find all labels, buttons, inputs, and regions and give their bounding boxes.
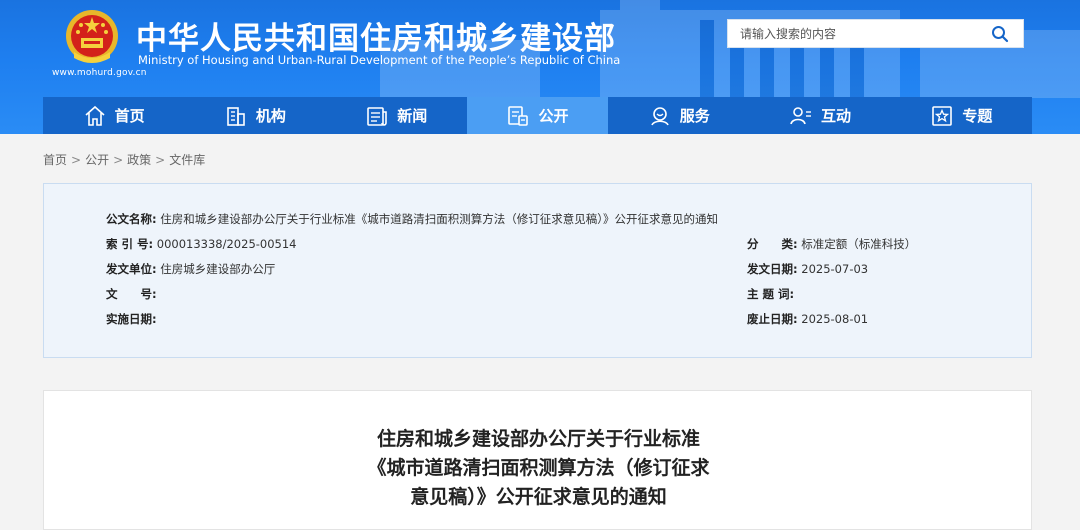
breadcrumb-home[interactable]: 首页 — [43, 153, 67, 167]
meta-issue-date: 发文日期: 2025-07-03 — [747, 261, 868, 277]
meta-index-value: 000013338/2025-00514 — [156, 237, 297, 251]
breadcrumb-separator: > — [113, 153, 124, 167]
breadcrumb-policy[interactable]: 政策 — [127, 153, 151, 167]
nav-label-interaction: 互动 — [821, 107, 852, 125]
nav-item-public[interactable]: 公开 — [466, 97, 609, 134]
interaction-icon — [790, 106, 812, 124]
meta-doc-number: 文 号: — [106, 286, 157, 302]
meta-effective-date: 实施日期: — [106, 311, 157, 327]
meta-keywords: 主 题 词: — [747, 286, 794, 302]
nav-item-home[interactable]: 首页 — [43, 97, 184, 134]
site-header: www.mohurd.gov.cn 中华人民共和国住房和城乡建设部 Minist… — [0, 0, 1080, 134]
article-title-line: 《城市道路清扫面积测算方法（修订征求 — [367, 457, 710, 479]
document-icon — [508, 105, 529, 126]
meta-category: 分 类: 标准定额（标准科技） — [747, 236, 916, 252]
meta-doc-name: 公文名称: 住房和城乡建设部办公厅关于行业标准《城市道路清扫面积测算方法（修订征… — [106, 211, 718, 227]
meta-index: 索 引 号: 000013338/2025-00514 — [106, 236, 297, 252]
site-title[interactable]: 中华人民共和国住房和城乡建设部 — [136, 13, 616, 58]
nav-label-organization: 机构 — [255, 107, 286, 125]
topic-icon — [932, 105, 953, 126]
meta-doc-number-label: 文 号: — [106, 287, 157, 301]
breadcrumb-file-library[interactable]: 文件库 — [169, 153, 205, 167]
nav-label-topic: 专题 — [962, 107, 993, 125]
nav-label-public: 公开 — [538, 107, 569, 125]
meta-category-label: 分 类: — [747, 237, 798, 251]
meta-index-label: 索 引 号: — [106, 237, 154, 251]
article-title-line: 意见稿）》公开征求意见的通知 — [410, 486, 667, 508]
breadcrumb: 首页 > 公开 > 政策 > 文件库 — [43, 151, 205, 168]
building-icon — [227, 106, 245, 126]
meta-category-value: 标准定额（标准科技） — [801, 237, 917, 251]
meta-issuer-value: 住房城乡建设部办公厅 — [160, 262, 276, 276]
main-nav: 首页 机构 新闻 公开 服务 互动 专题 — [43, 97, 1032, 134]
breadcrumb-separator: > — [155, 153, 166, 167]
nav-label-news: 新闻 — [397, 107, 428, 125]
nav-item-topic[interactable]: 专题 — [891, 97, 1032, 134]
site-subtitle-english: Ministry of Housing and Urban-Rural Deve… — [138, 53, 621, 67]
meta-issuer-label: 发文单位: — [106, 262, 157, 276]
news-icon — [367, 106, 387, 126]
breadcrumb-separator: > — [71, 153, 82, 167]
national-emblem-logo — [66, 10, 118, 63]
nav-item-interaction[interactable]: 互动 — [749, 97, 890, 134]
nav-label-home: 首页 — [114, 107, 145, 125]
article-container: 住房和城乡建设部办公厅关于行业标准 《城市道路清扫面积测算方法（修订征求 意见稿… — [43, 390, 1032, 530]
meta-expire-date-value: 2025-08-01 — [801, 312, 869, 326]
article-title-line: 住房和城乡建设部办公厅关于行业标准 — [376, 428, 700, 450]
search-box — [727, 19, 1024, 48]
service-icon — [651, 106, 669, 125]
meta-issuer: 发文单位: 住房城乡建设部办公厅 — [106, 261, 275, 277]
article-title: 住房和城乡建设部办公厅关于行业标准 《城市道路清扫面积测算方法（修订征求 意见稿… — [44, 425, 1033, 512]
meta-issue-date-value: 2025-07-03 — [801, 262, 869, 276]
meta-keywords-label: 主 题 词: — [747, 287, 795, 301]
search-input[interactable] — [728, 20, 978, 47]
nav-item-news[interactable]: 新闻 — [326, 97, 467, 134]
meta-expire-date: 废止日期: 2025-08-01 — [747, 311, 868, 327]
breadcrumb-public[interactable]: 公开 — [85, 153, 109, 167]
nav-item-organization[interactable]: 机构 — [184, 97, 325, 134]
meta-issue-date-label: 发文日期: — [747, 262, 798, 276]
meta-doc-name-label: 公文名称: — [106, 212, 157, 226]
meta-effective-date-label: 实施日期: — [106, 312, 157, 326]
meta-expire-date-label: 废止日期: — [747, 312, 798, 326]
meta-doc-name-value: 住房和城乡建设部办公厅关于行业标准《城市道路清扫面积测算方法（修订征求意见稿）》… — [160, 212, 719, 226]
search-icon[interactable] — [991, 25, 1009, 43]
site-url: www.mohurd.gov.cn — [52, 68, 147, 78]
nav-item-service[interactable]: 服务 — [608, 97, 749, 134]
home-icon — [85, 105, 105, 126]
nav-label-service: 服务 — [679, 107, 710, 125]
document-metadata-panel: 公文名称: 住房和城乡建设部办公厅关于行业标准《城市道路清扫面积测算方法（修订征… — [43, 183, 1032, 358]
